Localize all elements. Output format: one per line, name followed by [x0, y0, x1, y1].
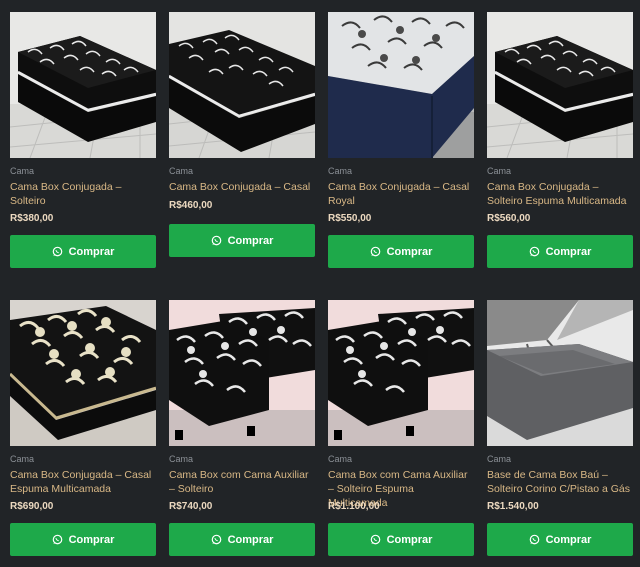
buy-button[interactable]: Comprar: [487, 235, 633, 268]
product-category[interactable]: Cama: [328, 166, 352, 176]
product-price: R$550,00: [328, 213, 372, 224]
product-price: R$380,00: [10, 213, 54, 224]
whatsapp-icon: [370, 534, 381, 545]
product-title[interactable]: Cama Box Conjugada – Solteiro Espuma Mul…: [487, 180, 633, 208]
buy-button[interactable]: Comprar: [328, 235, 474, 268]
product-image[interactable]: [328, 12, 474, 158]
whatsapp-icon: [370, 246, 381, 257]
buy-button[interactable]: Comprar: [10, 235, 156, 268]
buy-button-label: Comprar: [545, 245, 592, 258]
product-image[interactable]: [169, 300, 315, 446]
product-title[interactable]: Cama Box com Cama Auxiliar – Solteiro: [169, 468, 315, 496]
product-category[interactable]: Cama: [10, 454, 34, 464]
product-title[interactable]: Cama Box Conjugada – Solteiro: [10, 180, 156, 208]
product-image[interactable]: [487, 300, 633, 446]
buy-button-label: Comprar: [545, 533, 592, 546]
product-category[interactable]: Cama: [487, 166, 511, 176]
product-price: R$690,00: [10, 501, 54, 512]
product-price: R$460,00: [169, 200, 213, 211]
buy-button-label: Comprar: [386, 245, 433, 258]
product-price: R$1.540,00: [487, 501, 539, 512]
whatsapp-icon: [529, 246, 540, 257]
buy-button[interactable]: Comprar: [169, 523, 315, 556]
product-image[interactable]: [169, 12, 315, 158]
buy-button[interactable]: Comprar: [10, 523, 156, 556]
product-category[interactable]: Cama: [487, 454, 511, 464]
product-image[interactable]: [487, 12, 633, 158]
whatsapp-icon: [529, 534, 540, 545]
whatsapp-icon: [52, 246, 63, 257]
product-category[interactable]: Cama: [10, 166, 34, 176]
product-title[interactable]: Cama Box Conjugada – Casal Royal: [328, 180, 474, 208]
product-category[interactable]: Cama: [169, 166, 193, 176]
product-title[interactable]: Cama Box Conjugada – Casal: [169, 180, 315, 194]
buy-button-label: Comprar: [227, 533, 274, 546]
buy-button-label: Comprar: [68, 245, 115, 258]
buy-button-label: Comprar: [68, 533, 115, 546]
buy-button[interactable]: Comprar: [328, 523, 474, 556]
product-image[interactable]: [328, 300, 474, 446]
product-price: R$1.100,00: [328, 501, 380, 512]
product-title[interactable]: Base de Cama Box Baú – Solteiro Corino C…: [487, 468, 633, 496]
product-price: R$740,00: [169, 501, 213, 512]
product-grid: Cama Cama Box Conjugada – Solteiro R$380…: [0, 0, 640, 567]
product-category[interactable]: Cama: [169, 454, 193, 464]
product-image[interactable]: [10, 300, 156, 446]
product-image[interactable]: [10, 12, 156, 158]
buy-button-label: Comprar: [227, 234, 274, 247]
buy-button-label: Comprar: [386, 533, 433, 546]
product-title[interactable]: Cama Box Conjugada – Casal Espuma Multic…: [10, 468, 156, 496]
product-price: R$560,00: [487, 213, 531, 224]
product-category[interactable]: Cama: [328, 454, 352, 464]
whatsapp-icon: [52, 534, 63, 545]
buy-button[interactable]: Comprar: [169, 224, 315, 257]
whatsapp-icon: [211, 534, 222, 545]
buy-button[interactable]: Comprar: [487, 523, 633, 556]
whatsapp-icon: [211, 235, 222, 246]
